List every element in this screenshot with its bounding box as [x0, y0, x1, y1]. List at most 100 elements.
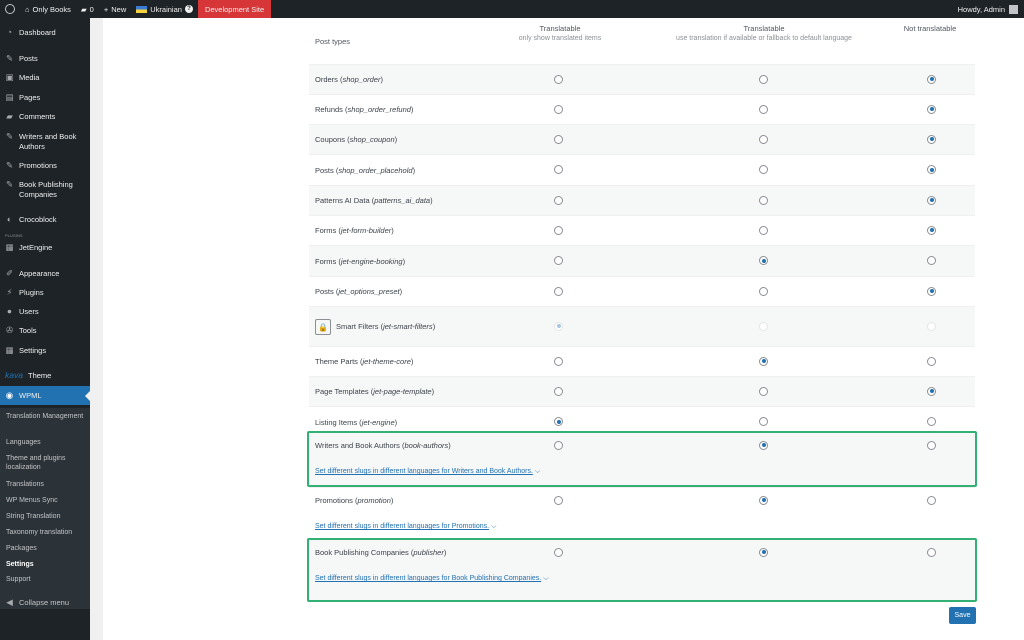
radio-not-translatable[interactable] [927, 286, 936, 296]
sidebar-item-appearance[interactable]: ✐ Appearance [0, 269, 90, 279]
new-content-button[interactable]: + New [99, 0, 131, 18]
submenu-item-taxonomy-translation[interactable]: Taxonomy translation [6, 528, 86, 537]
site-name-link[interactable]: ⌂ Only Books [20, 0, 76, 18]
sidebar-item-writers[interactable]: ✎ Writers and Book Authors [0, 132, 90, 151]
radio-translatable-fallback[interactable] [759, 256, 768, 265]
post-type-label: Posts (jet_options_preset) [315, 287, 403, 296]
post-type-slug: jet-form-builder [340, 226, 392, 235]
radio-translatable-only[interactable] [554, 417, 563, 426]
submenu-item-string-translation[interactable]: String Translation [6, 512, 86, 521]
radio-translatable-only[interactable] [554, 495, 563, 505]
column-title: Translatable [539, 24, 581, 33]
column-subtitle: use translation if available or fallback… [676, 35, 852, 42]
radio-translatable-fallback[interactable] [759, 104, 768, 114]
radio-translatable-fallback[interactable] [759, 417, 768, 426]
radio-not-translatable[interactable] [927, 386, 936, 396]
sidebar-item-theme[interactable]: kava Theme [0, 371, 90, 381]
radio-translatable-only[interactable] [554, 286, 563, 296]
sidebar-item-settings[interactable]: ▦ Settings [0, 346, 90, 356]
lock-icon[interactable]: 🔒 [315, 319, 331, 335]
collapse-menu-button[interactable]: ◀ Collapse menu [0, 598, 90, 608]
radio-not-translatable[interactable] [927, 74, 936, 84]
table-row: Theme Parts (jet-theme-core) [309, 346, 975, 376]
table-row: Coupons (shop_coupon) [309, 124, 975, 154]
sidebar-item-dashboard[interactable]: ◔ Dashboard [0, 28, 90, 38]
post-type-label: Patterns AI Data (patterns_ai_data) [315, 196, 433, 205]
radio-translatable-fallback[interactable] [759, 356, 768, 366]
radio-not-translatable[interactable] [927, 225, 936, 235]
submenu-item-settings[interactable]: Settings [6, 560, 86, 569]
radio-translatable-fallback[interactable] [759, 74, 768, 84]
radio-translatable-only[interactable] [554, 256, 563, 265]
radio-translatable-only[interactable] [554, 356, 563, 366]
radio-translatable-only[interactable] [554, 386, 563, 396]
radio-not-translatable[interactable] [927, 165, 936, 174]
radio-translatable-fallback[interactable] [759, 225, 768, 235]
tools-icon: ✇ [5, 325, 14, 335]
radio-not-translatable[interactable] [927, 495, 936, 505]
column-subtitle: only show translated items [518, 35, 602, 42]
post-type-slug: jet-engine-booking [340, 256, 403, 266]
comment-bubble-icon: ▰ [80, 4, 87, 14]
jetengine-icon: ▦ [5, 242, 14, 252]
radio-translatable-only[interactable] [554, 195, 563, 205]
sidebar-item-comments[interactable]: ▰ Comments [0, 112, 90, 122]
radio-translatable-only[interactable] [554, 134, 563, 144]
radio-translatable-fallback[interactable] [759, 495, 768, 505]
sidebar-item-posts[interactable]: ✎ Posts [0, 54, 90, 64]
sidebar-item-tools[interactable]: ✇ Tools [0, 326, 90, 336]
radio-translatable-only[interactable] [554, 165, 563, 174]
sidebar-item-label: Plugins [19, 288, 44, 297]
development-site-badge[interactable]: Development Site [197, 0, 272, 18]
radio-not-translatable[interactable] [927, 256, 936, 265]
radio-not-translatable[interactable] [927, 134, 936, 144]
radio-not-translatable[interactable] [927, 356, 936, 366]
sidebar-item-crocoblock[interactable]: ◐ Crocoblock [0, 215, 90, 225]
collapse-menu-label: Collapse menu [19, 598, 70, 607]
sidebar-item-users[interactable]: ● Users [0, 307, 90, 317]
sidebar-item-label: WPML [19, 390, 42, 400]
radio-translatable-only[interactable] [554, 225, 563, 235]
submenu-item-translation-management[interactable]: Translation Management [6, 412, 86, 421]
theme-brand-icon: kava [5, 370, 23, 380]
highlight-frame [307, 431, 977, 487]
save-button[interactable]: Save [949, 607, 976, 624]
sidebar-item-label: Crocoblock [19, 215, 57, 224]
post-type-label: Forms (jet-form-builder) [315, 226, 394, 235]
radio-translatable-fallback[interactable] [759, 195, 768, 205]
sidebar-item-label: Dashboard [19, 28, 56, 37]
radio-translatable-fallback[interactable] [759, 134, 768, 144]
submenu-item-theme-plugins-localization[interactable]: Theme and plugins localization [6, 454, 86, 472]
radio-translatable-fallback[interactable] [759, 386, 768, 396]
radio-not-translatable[interactable] [927, 104, 936, 114]
sidebar-item-promotions[interactable]: ✎ Promotions [0, 161, 90, 171]
account-menu[interactable]: Howdy, Admin [957, 4, 1024, 14]
howdy-label: Howdy, Admin [957, 4, 1005, 14]
comments-link[interactable]: ▰ 0 [76, 0, 99, 18]
sidebar-item-label: Book Publishing Companies [19, 180, 73, 199]
submenu-item-translations[interactable]: Translations [6, 480, 86, 489]
radio-not-translatable[interactable] [927, 195, 936, 205]
radio-not-translatable[interactable] [927, 417, 936, 426]
radio-translatable-only[interactable] [554, 74, 563, 84]
wordpress-logo-button[interactable] [0, 0, 20, 18]
radio-translatable-fallback[interactable] [759, 165, 768, 174]
sidebar-item-jetengine[interactable]: ▦ JetEngine [0, 243, 90, 253]
sidebar-item-wpml[interactable]: ◉ WPML [0, 386, 90, 405]
submenu-item-languages[interactable]: Languages [6, 438, 86, 447]
wpml-submenu: Translation Management Languages Theme a… [0, 408, 90, 609]
submenu-item-wp-menus-sync[interactable]: WP Menus Sync [6, 496, 86, 505]
sidebar-item-pages[interactable]: ▤ Pages [0, 93, 90, 103]
post-type-slug: shop_order_refund [347, 105, 411, 114]
language-switcher[interactable]: Ukrainian? [131, 0, 198, 18]
highlight-frame [307, 538, 977, 602]
submenu-item-packages[interactable]: Packages [6, 544, 86, 553]
different-slugs-link[interactable]: Set different slugs in different languag… [315, 523, 496, 531]
sidebar-item-media[interactable]: ▣ Media [0, 73, 90, 83]
plugins-icon: ⚡ [6, 287, 13, 297]
sidebar-item-publishers[interactable]: ✎ Book Publishing Companies [0, 180, 90, 199]
radio-translatable-only[interactable] [554, 104, 563, 114]
submenu-item-support[interactable]: Support [6, 575, 86, 584]
radio-translatable-fallback[interactable] [759, 286, 768, 296]
sidebar-item-plugins[interactable]: ⚡ Plugins [0, 288, 90, 298]
